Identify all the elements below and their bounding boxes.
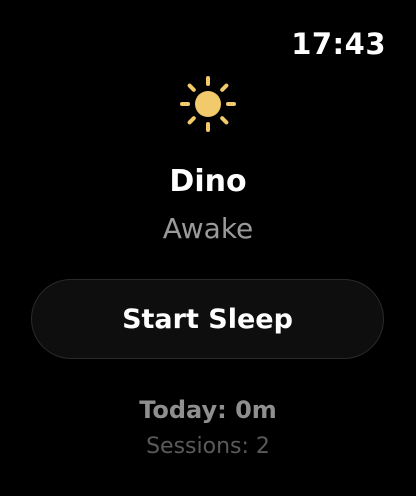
clock-time: 17:43	[291, 27, 386, 61]
pet-status: Awake	[162, 212, 254, 245]
sessions-count: Sessions: 2	[146, 434, 270, 459]
pet-name: Dino	[169, 164, 247, 199]
start-sleep-button[interactable]: Start Sleep	[31, 279, 384, 359]
sun-icon	[179, 75, 237, 133]
today-duration: Today: 0m	[139, 396, 277, 424]
